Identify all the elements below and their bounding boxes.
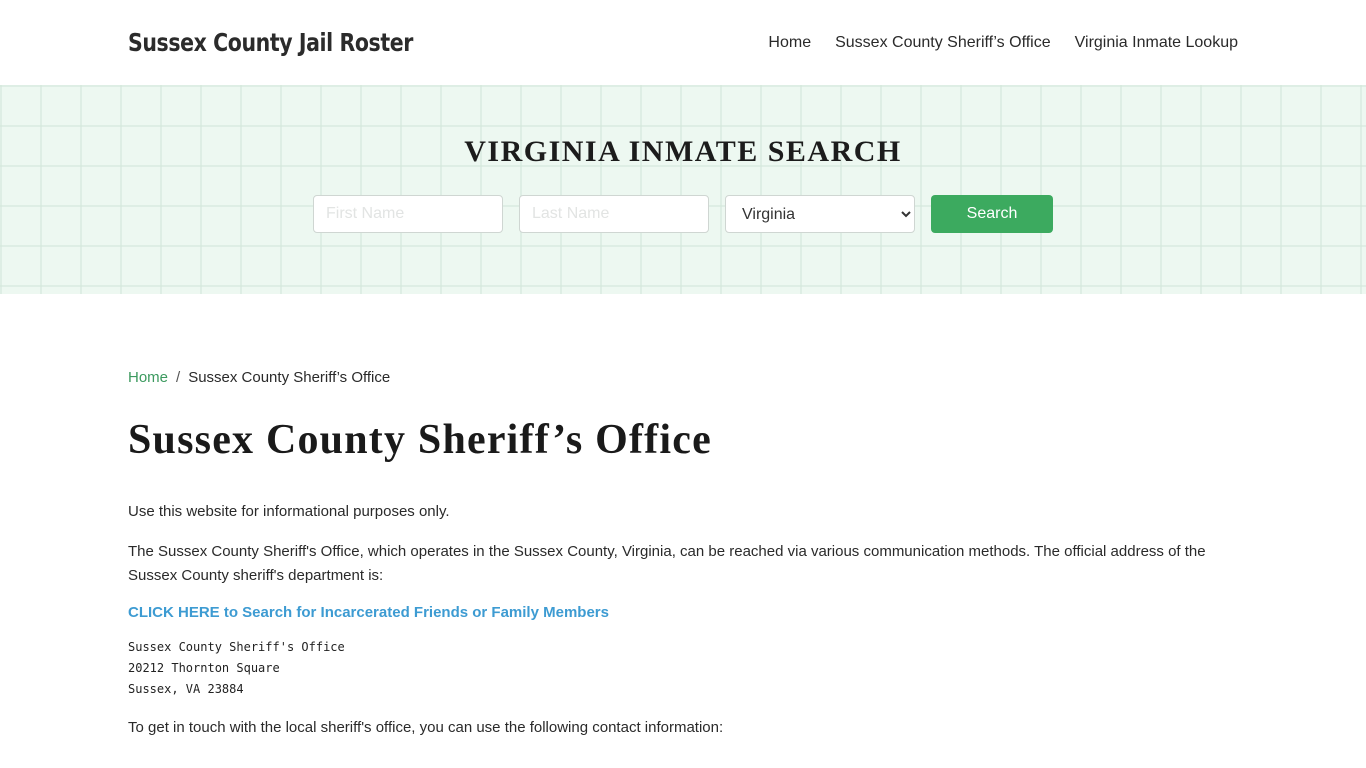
nav-home[interactable]: Home <box>768 34 811 52</box>
nav-inmate-lookup[interactable]: Virginia Inmate Lookup <box>1075 34 1238 52</box>
breadcrumb-home[interactable]: Home <box>128 369 168 386</box>
contact-intro-paragraph: To get in touch with the local sheriff's… <box>128 719 724 736</box>
site-brand[interactable]: Sussex County Jail Roster <box>128 28 413 57</box>
main-content: Home / Sussex County Sheriff’s Office Su… <box>0 369 1366 740</box>
state-select[interactable]: Virginia <box>725 195 915 233</box>
inmate-search-form: Virginia Search <box>313 195 1053 233</box>
breadcrumb-current: Sussex County Sheriff’s Office <box>188 369 391 386</box>
inmate-search-hero: VIRGINIA INMATE SEARCH Virginia Search <box>0 85 1366 294</box>
search-inmates-link[interactable]: CLICK HERE to Search for Incarcerated Fr… <box>128 604 1238 621</box>
address-line: Sussex, VA 23884 <box>128 682 244 696</box>
disclaimer-text: Use this website for informational purpo… <box>128 503 450 520</box>
main-nav: Home Sussex County Sheriff’s Office Virg… <box>768 34 1238 52</box>
first-name-input[interactable] <box>313 195 503 233</box>
office-address: Sussex County Sheriff's Office 20212 Tho… <box>128 637 1238 700</box>
address-line: Sussex County Sheriff's Office <box>128 640 345 654</box>
site-header: Sussex County Jail Roster Home Sussex Co… <box>0 0 1366 85</box>
last-name-input[interactable] <box>519 195 709 233</box>
nav-sheriffs-office[interactable]: Sussex County Sheriff’s Office <box>835 34 1051 52</box>
hero-title: VIRGINIA INMATE SEARCH <box>464 135 902 168</box>
page-title: Sussex County Sheriff’s Office <box>128 417 712 463</box>
breadcrumb-separator: / <box>176 369 181 386</box>
breadcrumb: Home / Sussex County Sheriff’s Office <box>128 369 1238 386</box>
search-button[interactable]: Search <box>931 195 1053 233</box>
address-line: 20212 Thornton Square <box>128 661 280 675</box>
intro-paragraph: The Sussex County Sheriff's Office, whic… <box>128 543 1206 584</box>
